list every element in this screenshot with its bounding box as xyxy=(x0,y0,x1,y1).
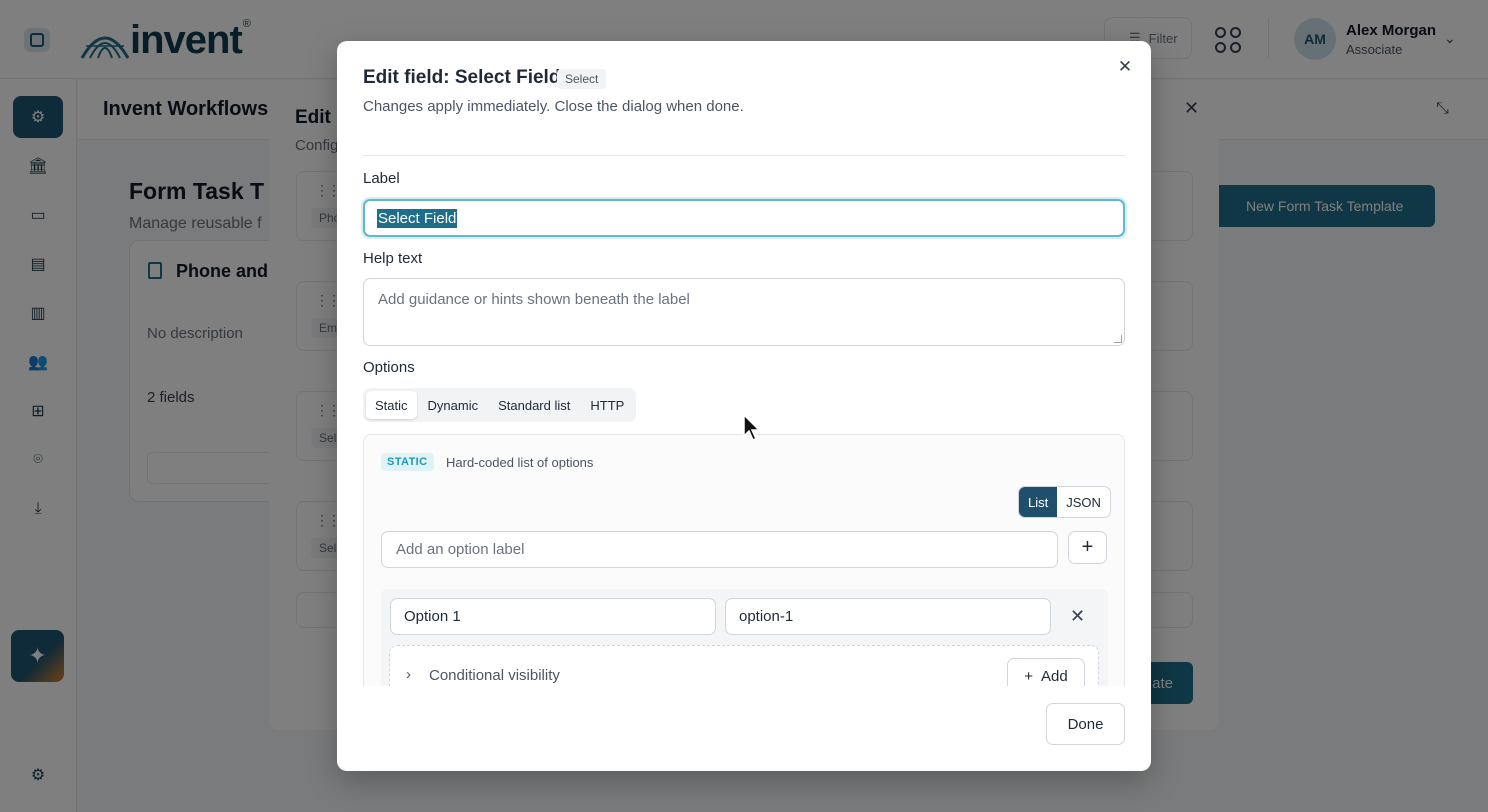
static-badge: STATIC xyxy=(381,453,434,471)
help-text-input[interactable]: Add guidance or hints shown beneath the … xyxy=(363,278,1125,346)
help-text-placeholder: Add guidance or hints shown beneath the … xyxy=(378,291,690,308)
tab-standard-list[interactable]: Standard list xyxy=(489,391,579,419)
mode-list-button[interactable]: List xyxy=(1019,487,1058,517)
conditional-visibility-section: › Conditional visibility + Add xyxy=(389,645,1099,686)
resize-handle-icon[interactable] xyxy=(1114,335,1122,343)
field-type-badge: Select xyxy=(557,69,607,89)
option-value-input[interactable]: option-1 xyxy=(725,598,1051,635)
static-options-panel: STATIC Hard-coded list of options List J… xyxy=(363,434,1125,686)
add-condition-button[interactable]: + Add xyxy=(1007,658,1085,686)
add-option-placeholder: Add an option label xyxy=(396,541,525,558)
plus-icon: + xyxy=(1081,536,1094,558)
label-input[interactable]: Select Field xyxy=(363,199,1125,237)
dialog-title: Edit field: Select Field xyxy=(363,67,561,88)
done-button[interactable]: Done xyxy=(1046,703,1125,745)
close-icon[interactable]: ✕ xyxy=(1115,57,1135,77)
remove-option-icon[interactable]: ✕ xyxy=(1070,606,1085,627)
list-json-toggle: List JSON xyxy=(1018,486,1111,518)
option-row: Option 1 option-1 ✕ › Conditional visibi… xyxy=(381,589,1108,686)
conditional-visibility-toggle[interactable]: Conditional visibility xyxy=(429,667,560,684)
edit-field-dialog: Edit field: Select Field Select Changes … xyxy=(337,41,1151,771)
mouse-cursor-icon xyxy=(743,414,761,442)
tab-http[interactable]: HTTP xyxy=(581,391,633,419)
add-option-input[interactable]: Add an option label xyxy=(381,531,1058,568)
plus-icon: + xyxy=(1024,667,1034,685)
label-input-value: Select Field xyxy=(377,208,458,228)
options-caption: Options xyxy=(363,359,415,376)
mode-json-button[interactable]: JSON xyxy=(1057,487,1110,517)
label-caption: Label xyxy=(363,170,400,187)
tab-static[interactable]: Static xyxy=(366,391,417,419)
chevron-right-icon[interactable]: › xyxy=(406,666,411,683)
option-value-value: option-1 xyxy=(739,608,794,625)
option-label-value: Option 1 xyxy=(404,608,461,625)
help-text-caption: Help text xyxy=(363,250,423,267)
options-source-tabs: Static Dynamic Standard list HTTP xyxy=(363,388,637,422)
add-option-button[interactable]: + xyxy=(1068,531,1107,564)
dialog-description: Changes apply immediately. Close the dia… xyxy=(363,98,744,115)
add-condition-label: Add xyxy=(1041,667,1068,685)
option-label-input[interactable]: Option 1 xyxy=(390,598,716,635)
static-description: Hard-coded list of options xyxy=(446,455,594,470)
tab-dynamic[interactable]: Dynamic xyxy=(419,391,488,419)
